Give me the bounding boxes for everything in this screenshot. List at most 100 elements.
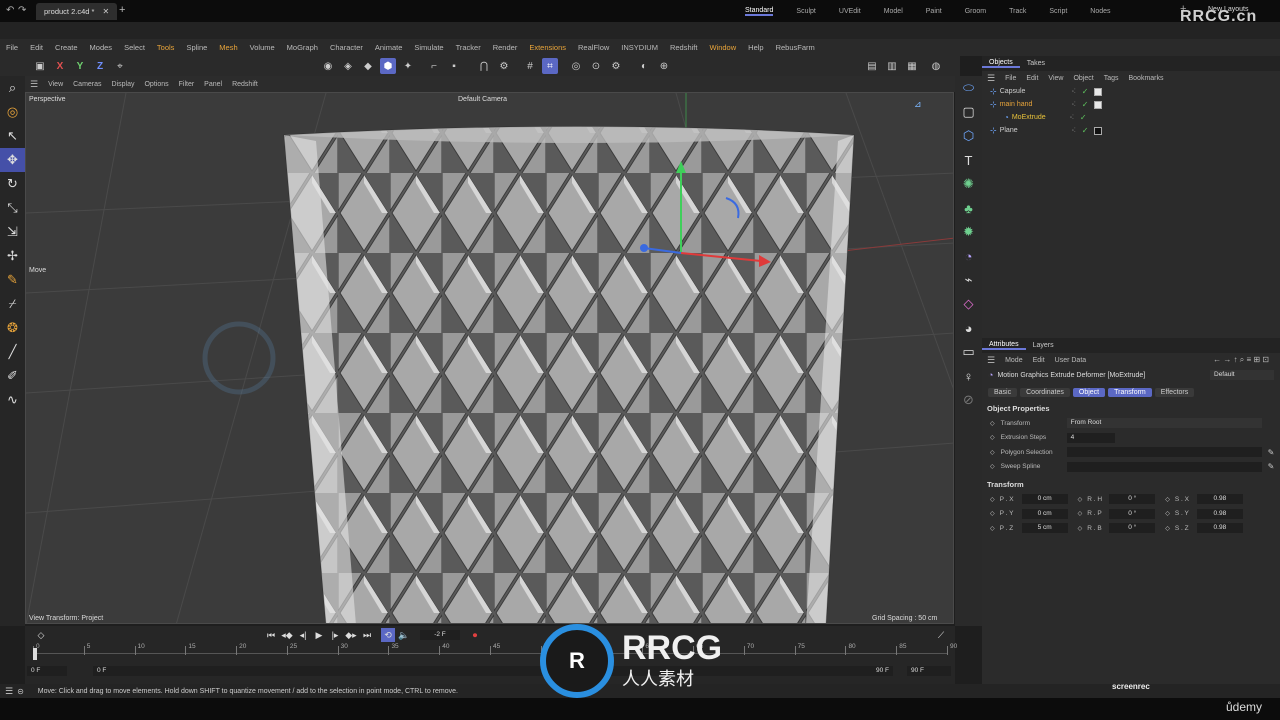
keyframe-diamond-icon[interactable]: ◇ bbox=[990, 525, 995, 532]
objects-menu-object[interactable]: Object bbox=[1068, 75, 1098, 82]
keyframe-diamond-icon[interactable]: ◇ bbox=[1078, 525, 1083, 532]
hamburger-icon[interactable]: ☰ bbox=[982, 73, 1000, 84]
uv-mode-icon[interactable]: ✦ bbox=[400, 58, 416, 74]
keyframe-diamond-icon[interactable]: ◇ bbox=[990, 434, 995, 441]
grid-icon[interactable]: # bbox=[522, 58, 538, 74]
property-value[interactable]: From Root bbox=[1066, 418, 1262, 429]
object-row[interactable]: ◔ MoExtrude ▫⁚ ✓ bbox=[982, 111, 1280, 124]
nav-arrows-icon[interactable]: ← → ↑ ⌕ ≡ ⊞ ⊡ bbox=[1208, 355, 1274, 365]
loop-icon[interactable]: ⟲ bbox=[381, 628, 395, 642]
tag-icon[interactable] bbox=[1094, 87, 1103, 96]
objects-menu-file[interactable]: File bbox=[1000, 75, 1021, 82]
end-frame-field[interactable]: 90 F bbox=[907, 666, 951, 676]
button-transform[interactable]: Transform bbox=[1108, 387, 1152, 397]
snap-icon[interactable]: ⌗ bbox=[542, 58, 558, 74]
visibility-dots[interactable]: ▫⁚ bbox=[1072, 88, 1076, 95]
layout-tab-paint[interactable]: Paint bbox=[926, 8, 942, 15]
menu-window[interactable]: Window bbox=[703, 43, 742, 52]
cube-toolbar-icon[interactable]: ▣ bbox=[32, 58, 48, 74]
tag-icon[interactable] bbox=[1094, 100, 1103, 109]
menu-tools[interactable]: Tools bbox=[151, 43, 181, 52]
settings-icon[interactable]: ⚙ bbox=[608, 58, 624, 74]
tab-takes[interactable]: Takes bbox=[1020, 60, 1052, 67]
mograph-tool-icon[interactable]: ❂ bbox=[0, 316, 25, 340]
layout-tab-groom[interactable]: Groom bbox=[965, 8, 986, 15]
console-icon[interactable]: ⊝ bbox=[17, 687, 24, 696]
viewport[interactable]: Perspective Default Camera Move View Tra… bbox=[25, 92, 954, 624]
menu-realflow[interactable]: RealFlow bbox=[572, 43, 615, 52]
keyframe-diamond-icon[interactable]: ◇ bbox=[1078, 496, 1083, 503]
object-row[interactable]: ⊹ Plane ▫⁚ ✓ bbox=[982, 124, 1280, 137]
visibility-dots[interactable]: ▫⁚ bbox=[1072, 127, 1076, 134]
go-to-start-icon[interactable]: ⏮ bbox=[264, 628, 278, 642]
keyframe-diamond-icon[interactable]: ◇ bbox=[990, 420, 995, 427]
tag-icon[interactable]: ⊘ bbox=[955, 388, 982, 412]
viewport-menu-panel[interactable]: Panel bbox=[199, 81, 227, 88]
menu-redshift[interactable]: Redshift bbox=[664, 43, 704, 52]
transform-value[interactable]: 5 cm bbox=[1021, 523, 1068, 534]
file-tab[interactable]: product 2.c4d * ✕ bbox=[36, 3, 118, 20]
keyframe-diamond-icon[interactable]: ◇ bbox=[990, 449, 995, 456]
redshift-icon[interactable]: ◍ bbox=[928, 58, 944, 74]
effector-icon[interactable]: ✹ bbox=[955, 220, 982, 244]
attributes-menu-mode[interactable]: Mode bbox=[1000, 357, 1028, 364]
cube-icon[interactable]: ▢ bbox=[955, 100, 982, 124]
start-frame-field[interactable]: 0 F bbox=[27, 666, 67, 676]
prev-key-icon[interactable]: ◂◆ bbox=[280, 628, 294, 642]
z-axis-button[interactable]: Z bbox=[92, 58, 108, 74]
viewport-menu-display[interactable]: Display bbox=[107, 81, 140, 88]
close-icon[interactable]: ✕ bbox=[102, 7, 109, 16]
transform-value[interactable]: 0 cm bbox=[1021, 508, 1068, 519]
menu-file[interactable]: File bbox=[0, 43, 24, 52]
search-icon[interactable]: ⌕ bbox=[0, 76, 25, 100]
enabled-check-icon[interactable]: ✓ bbox=[1082, 100, 1089, 109]
sphere-icon[interactable]: ◐ bbox=[636, 58, 652, 74]
menu-simulate[interactable]: Simulate bbox=[408, 43, 449, 52]
menu-volume[interactable]: Volume bbox=[244, 43, 281, 52]
cloner-icon[interactable]: ♣ bbox=[955, 196, 982, 220]
camera-icon[interactable]: ▭ bbox=[955, 340, 982, 364]
axis-mode-icon[interactable]: ⌐ bbox=[426, 58, 442, 74]
transform-value[interactable]: 0 ° bbox=[1109, 494, 1156, 505]
clapper-icon[interactable]: ▤ bbox=[864, 58, 880, 74]
keyframe-diamond-icon[interactable]: ◇ bbox=[990, 463, 995, 470]
menu-insydium[interactable]: INSYDIUM bbox=[615, 43, 664, 52]
attributes-menu-edit[interactable]: Edit bbox=[1028, 357, 1050, 364]
deformer-icon[interactable]: ◔ bbox=[955, 244, 982, 268]
property-value[interactable]: 4 bbox=[1066, 432, 1115, 443]
button-effectors[interactable]: Effectors bbox=[1154, 387, 1195, 397]
menu-character[interactable]: Character bbox=[324, 43, 369, 52]
edges-mode-icon[interactable]: ◈ bbox=[340, 58, 356, 74]
paint-tool-icon[interactable]: ✐ bbox=[0, 364, 25, 388]
transform-value[interactable]: 0.98 bbox=[1196, 508, 1243, 519]
menu-spline[interactable]: Spline bbox=[180, 43, 213, 52]
scale-tool-icon[interactable]: ⤡ bbox=[0, 196, 25, 220]
enabled-check-icon[interactable]: ✓ bbox=[1082, 126, 1089, 135]
record-icon[interactable]: ⏺ bbox=[468, 628, 482, 642]
spline-pen-icon[interactable]: ✎ bbox=[0, 268, 25, 292]
keyframe-diamond-icon[interactable]: ◇ bbox=[1078, 510, 1083, 517]
objects-menu-bookmarks[interactable]: Bookmarks bbox=[1124, 75, 1169, 82]
property-value[interactable] bbox=[1066, 447, 1262, 458]
transform-value[interactable]: 0 ° bbox=[1109, 523, 1156, 534]
pick-icon[interactable]: ✎ bbox=[1268, 462, 1275, 471]
menu-extensions[interactable]: Extensions bbox=[523, 43, 572, 52]
add-tab-icon[interactable]: + bbox=[119, 4, 125, 16]
keyframe-diamond-icon[interactable]: ◇ bbox=[1165, 510, 1170, 517]
sculpt-tool-icon[interactable]: ∿ bbox=[0, 388, 25, 412]
menu-modes[interactable]: Modes bbox=[84, 43, 119, 52]
live-selection-icon[interactable]: ◎ bbox=[0, 100, 25, 124]
generator-icon[interactable]: ✺ bbox=[955, 172, 982, 196]
next-key-icon[interactable]: ◆▸ bbox=[344, 628, 358, 642]
objects-menu-edit[interactable]: Edit bbox=[1021, 75, 1043, 82]
next-frame-icon[interactable]: |▸ bbox=[328, 628, 342, 642]
menu-mesh[interactable]: Mesh bbox=[213, 43, 243, 52]
spline-icon[interactable]: ◇ bbox=[955, 292, 982, 316]
button-basic[interactable]: Basic bbox=[988, 387, 1018, 397]
x-axis-button[interactable]: X bbox=[52, 58, 68, 74]
workplane-icon[interactable]: ⚙ bbox=[496, 58, 512, 74]
knife-tool-icon[interactable]: ⌿ bbox=[0, 292, 25, 316]
camera-name[interactable]: Default Camera bbox=[458, 96, 507, 103]
y-axis-button[interactable]: Y bbox=[72, 58, 88, 74]
magnet-icon[interactable]: ⋂ bbox=[476, 58, 492, 74]
